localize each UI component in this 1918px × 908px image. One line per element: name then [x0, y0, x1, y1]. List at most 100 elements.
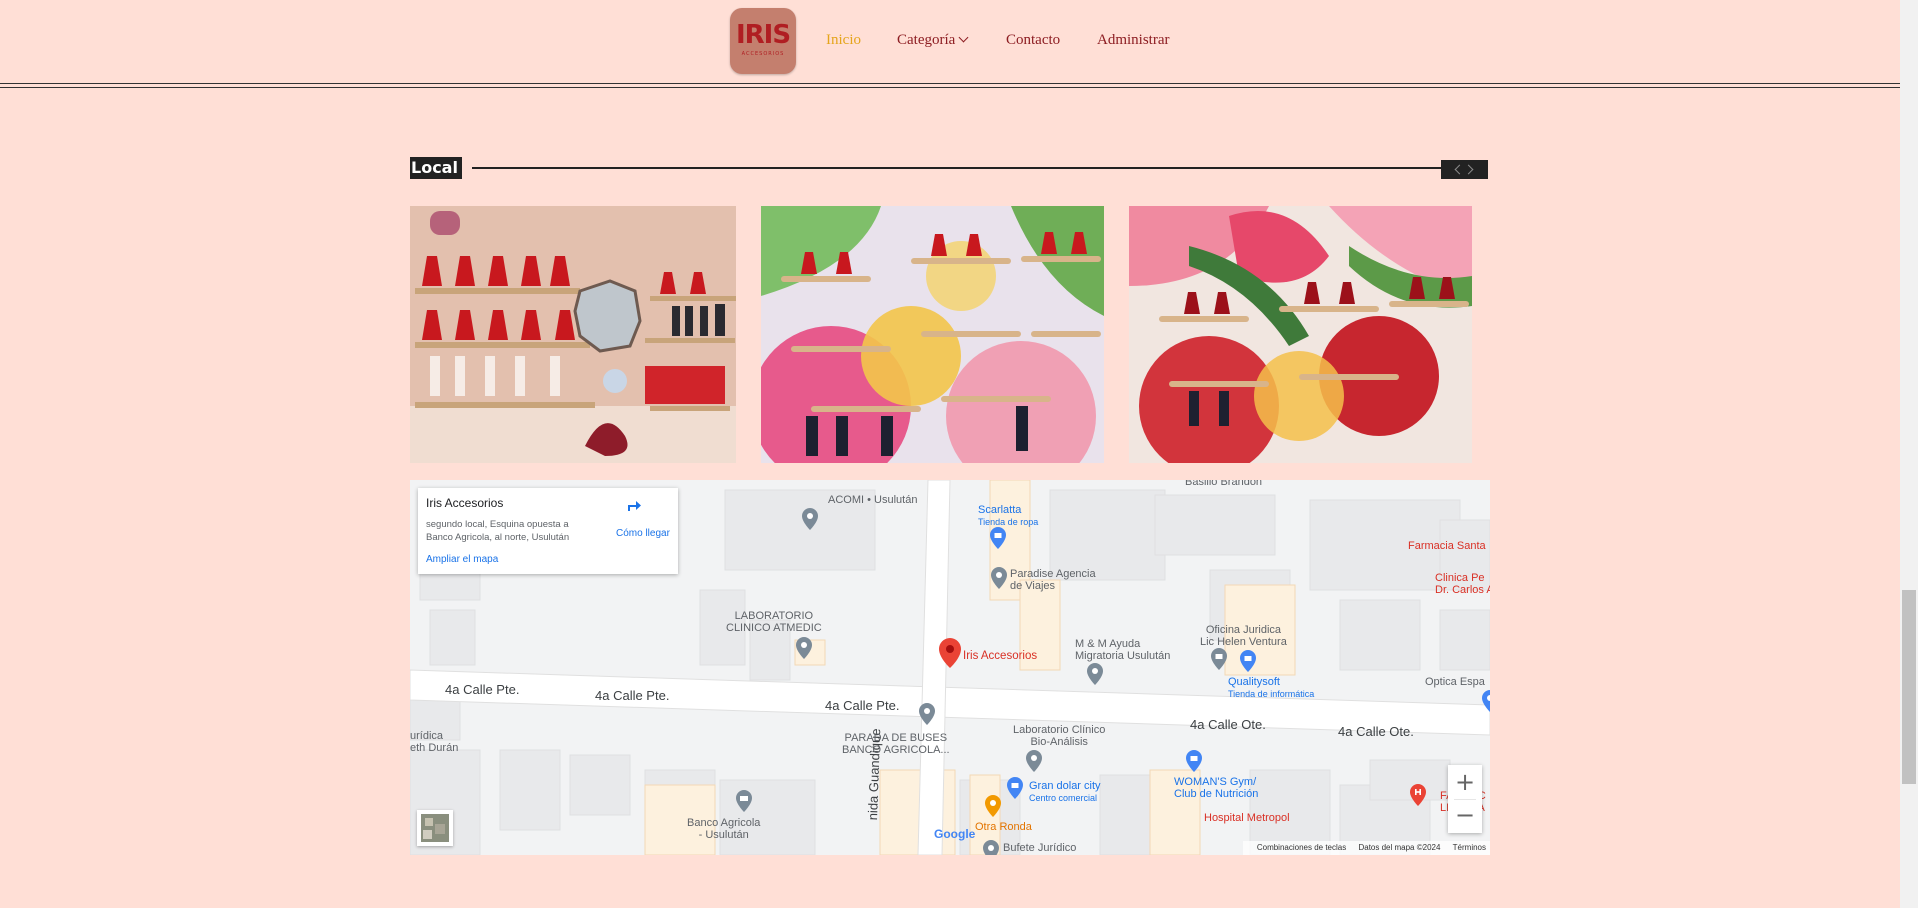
zoom-in-button[interactable]: +	[1448, 767, 1482, 797]
logo-subtext: ACCESORIOS	[741, 51, 785, 57]
bank-pin-icon[interactable]	[736, 790, 752, 812]
street-label: 4a Calle Ote.	[1338, 724, 1414, 739]
place-label[interactable]: Paradise Agencia de Viajes	[1010, 568, 1096, 592]
google-map[interactable]: 4a Calle Pte. 4a Calle Pte. 4a Calle Pte…	[410, 480, 1490, 855]
place-label[interactable]: Hospital Metropol	[1204, 812, 1290, 824]
scrollbar-thumb[interactable]	[1902, 590, 1916, 784]
shopping-pin-icon[interactable]	[990, 527, 1006, 549]
enlarge-map-link[interactable]: Ampliar el mapa	[426, 554, 498, 565]
map-pin-icon[interactable]	[1026, 750, 1042, 772]
directions-icon[interactable]	[625, 496, 643, 514]
logo[interactable]: IRIS ACCESORIOS	[730, 8, 796, 74]
place-label[interactable]: Clinica Pe Dr. Carlos A	[1435, 572, 1490, 596]
place-name: M & M Ayuda	[1075, 638, 1141, 650]
place-label[interactable]: LABORATORIO CLINICO ATMEDIC	[726, 610, 822, 634]
place-label[interactable]: ACOMI • Usulután	[828, 494, 917, 506]
map-pin-icon[interactable]	[796, 637, 812, 659]
place-name: PARADA DE BUSES	[844, 732, 948, 744]
map-layer-toggle[interactable]	[417, 810, 453, 846]
shop-wall-photo-2	[761, 206, 1104, 463]
nav-link-inicio[interactable]: Inicio	[826, 31, 861, 49]
place-name: Dr. Carlos A	[1435, 584, 1490, 596]
place-label[interactable]: Basilio Brandon	[1185, 480, 1262, 488]
shopping-pin-icon[interactable]	[1240, 650, 1256, 672]
map-pin-icon[interactable]	[991, 567, 1007, 589]
hospital-pin-icon[interactable]	[1410, 784, 1426, 806]
place-label[interactable]: WOMAN'S Gym/ Club de Nutrición	[1174, 776, 1258, 800]
shopping-pin-icon[interactable]	[1211, 648, 1227, 670]
bus-stop-pin-icon[interactable]	[919, 703, 935, 725]
nav-link-contacto[interactable]: Contacto	[1006, 31, 1060, 49]
place-name: urídica	[410, 730, 444, 742]
place-name: de Viajes	[1010, 580, 1056, 592]
zoom-out-button[interactable]: −	[1448, 800, 1482, 830]
carousel-controls	[1441, 160, 1488, 179]
google-logo: Google	[934, 827, 975, 841]
selected-location-pin-icon[interactable]	[939, 638, 961, 668]
place-name: Lic Helen Ventura	[1200, 636, 1287, 648]
place-label[interactable]: Oficina Juridica Lic Helen Ventura	[1200, 624, 1287, 648]
place-label[interactable]: Laboratorio Clínico Bio-Análisis	[1013, 724, 1105, 748]
chevron-right-icon[interactable]	[1463, 164, 1474, 175]
map-pin-icon[interactable]	[1482, 690, 1490, 712]
directions-link[interactable]: Cómo llegar	[616, 528, 670, 539]
header-divider	[0, 83, 1900, 84]
header-divider	[0, 87, 1900, 88]
place-category: Tienda de informática	[1228, 689, 1315, 699]
place-label-iris[interactable]: Iris Accesorios	[963, 650, 1037, 662]
place-name: Bio-Análisis	[1030, 736, 1088, 748]
gallery-image[interactable]	[410, 206, 736, 463]
gallery-image[interactable]	[761, 206, 1104, 463]
logo-text: IRIS	[735, 20, 791, 50]
top-nav: IRIS ACCESORIOS Inicio Categoría Contact…	[0, 0, 1900, 80]
street-label: 4a Calle Pte.	[445, 682, 520, 697]
place-name: - Usulután	[698, 829, 749, 841]
place-label[interactable]: Bufete Jurídico	[1003, 842, 1076, 854]
place-label[interactable]: urídica eth Durán	[410, 730, 458, 754]
place-label[interactable]: Farmacia Santa	[1408, 540, 1486, 552]
place-name: Laboratorio Clínico	[1013, 724, 1106, 736]
shopping-pin-icon[interactable]	[1007, 777, 1023, 799]
place-name: Scarlatta	[978, 504, 1022, 516]
place-name: Oficina Juridica	[1205, 624, 1282, 636]
place-name: Clinica Pe	[1435, 572, 1485, 584]
nav-link-categoria-label: Categoría	[897, 32, 956, 48]
shopping-pin-icon[interactable]	[1186, 750, 1202, 772]
section-divider	[472, 167, 1442, 169]
map-attribution: Combinaciones de teclas Datos del mapa ©…	[1242, 841, 1490, 855]
page-scrollbar[interactable]	[1900, 0, 1918, 908]
place-name: Gran dolar city	[1029, 780, 1101, 792]
shop-wall-photo-3	[1129, 206, 1472, 463]
place-label[interactable]: PARADA DE BUSES BANCO AGRICOLA...	[842, 732, 950, 756]
place-name: BANCO AGRICOLA...	[842, 744, 950, 756]
street-label: 4a Calle Pte.	[825, 698, 900, 713]
map-pin-icon[interactable]	[1087, 663, 1103, 685]
map-data-text: Datos del mapa ©2024	[1358, 843, 1441, 852]
nav-link-categoria[interactable]: Categoría	[897, 31, 969, 49]
terms-link[interactable]: Términos	[1453, 843, 1486, 852]
map-pin-icon[interactable]	[802, 508, 818, 530]
place-label[interactable]: Optica Espa	[1425, 676, 1485, 688]
place-name: Migratoria Usulután	[1075, 650, 1171, 662]
place-label[interactable]: Banco Agricola - Usulután	[687, 817, 760, 841]
place-label[interactable]: Otra Ronda	[975, 821, 1032, 833]
gallery-image[interactable]	[1129, 206, 1472, 463]
zoom-controls: + −	[1448, 765, 1482, 833]
place-label[interactable]: Scarlatta Tienda de ropa	[978, 504, 1038, 528]
place-name: Banco Agricola	[687, 817, 761, 829]
place-label[interactable]: Qualitysoft Tienda de informática	[1228, 676, 1314, 700]
place-name: eth Durán	[410, 742, 459, 754]
google-logo-text: Google	[934, 827, 976, 841]
place-name: Qualitysoft	[1228, 676, 1280, 688]
keyboard-shortcuts-link[interactable]: Combinaciones de teclas	[1257, 843, 1346, 852]
map-pin-icon[interactable]	[983, 840, 999, 855]
section-title: Local	[410, 157, 462, 179]
place-name: CLINICO ATMEDIC	[726, 622, 822, 634]
place-address: segundo local, Esquina opuesta a Banco A…	[426, 519, 570, 543]
restaurant-pin-icon[interactable]	[985, 795, 1001, 817]
satellite-thumbnail-icon	[421, 814, 449, 842]
place-label[interactable]: Gran dolar city Centro comercial	[1029, 780, 1101, 804]
nav-link-administrar[interactable]: Administrar	[1097, 31, 1170, 49]
place-label[interactable]: M & M Ayuda Migratoria Usulután	[1075, 638, 1170, 662]
place-name: LABORATORIO	[734, 610, 814, 622]
